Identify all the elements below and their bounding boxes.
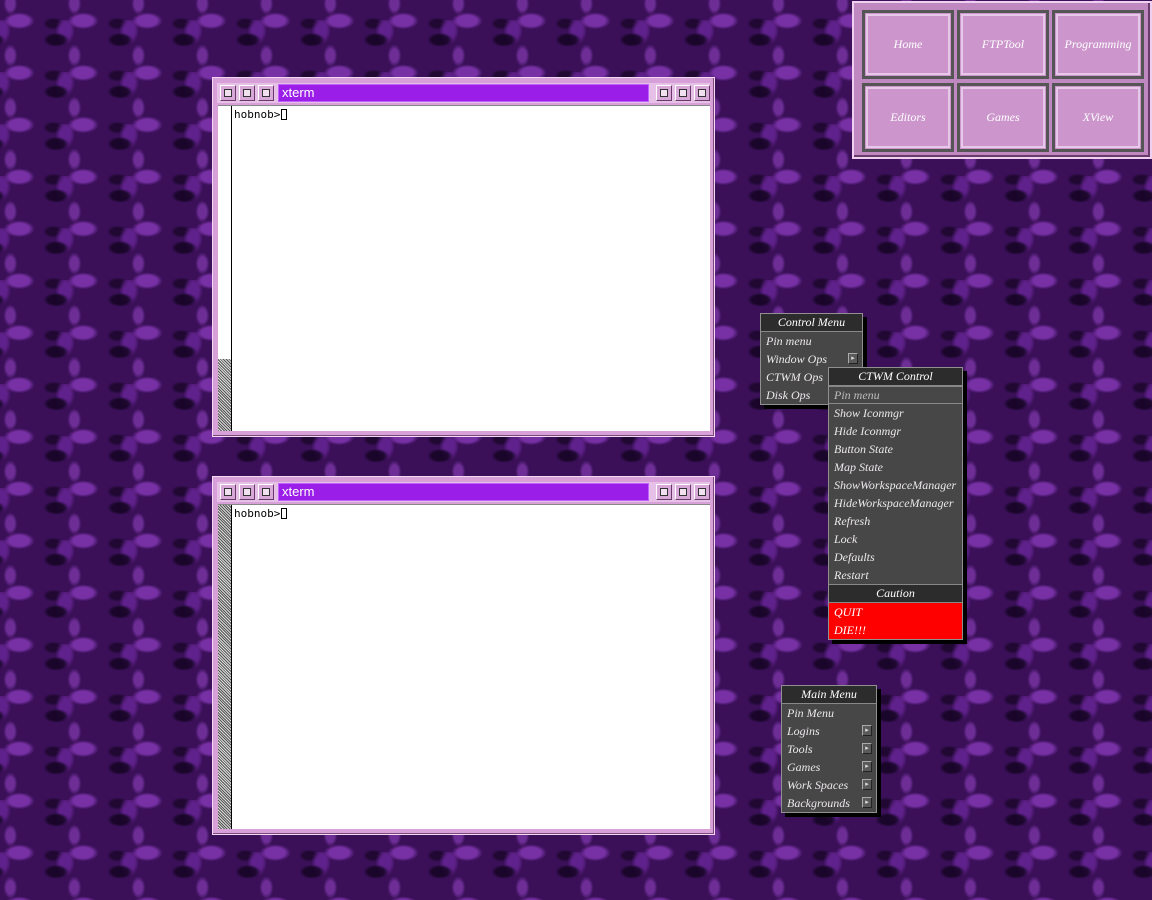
maximize-icon[interactable] [675, 85, 691, 101]
menu-icon[interactable] [258, 85, 274, 101]
menu-title: CTWM Control [829, 368, 962, 386]
window-title: xterm [278, 84, 649, 102]
terminal-area[interactable]: hobnob> [218, 504, 710, 829]
menu-item-show-iconmgr[interactable]: Show Iconmgr [829, 404, 962, 422]
scrollbar[interactable] [218, 106, 232, 431]
resize-icon[interactable] [694, 85, 710, 101]
menu-item-restart[interactable]: Restart [829, 566, 962, 584]
submenu-arrow-icon: ▸ [862, 725, 872, 736]
menu-title: Control Menu [761, 314, 862, 332]
menu-section-caution: Caution [829, 584, 962, 603]
menu-title: Main Menu [782, 686, 876, 704]
menu-item-backgrounds[interactable]: Backgrounds ▸ [782, 794, 876, 812]
xterm-window-top[interactable]: xterm hobnob> [212, 77, 715, 437]
text-cursor [281, 109, 288, 120]
close-icon[interactable] [220, 85, 236, 101]
shell-prompt: hobnob> [234, 507, 288, 520]
menu-item-pin-menu[interactable]: Pin Menu [782, 704, 876, 722]
main-menu: Main Menu Pin Menu Logins ▸ Tools ▸ Games ▸… [781, 685, 877, 813]
menu-item-hide-iconmgr[interactable]: Hide Iconmgr [829, 422, 962, 440]
menu-item-hide-workspace-manager[interactable]: HideWorkspaceManager [829, 494, 962, 512]
menu-item-lock[interactable]: Lock [829, 530, 962, 548]
title-bar[interactable]: xterm [217, 83, 710, 103]
resize-icon[interactable] [694, 484, 710, 500]
ctwm-control-menu: CTWM Control Pin menu Show Iconmgr Hide … [828, 367, 963, 640]
shell-prompt: hobnob> [234, 108, 288, 121]
menu-icon[interactable] [258, 484, 274, 500]
menu-item-quit[interactable]: QUIT [829, 603, 962, 621]
programming-button[interactable]: Programming [1052, 10, 1144, 79]
maximize-icon[interactable] [675, 484, 691, 500]
editors-button[interactable]: Editors [862, 83, 954, 152]
iconify-icon[interactable] [656, 85, 672, 101]
ftptool-button[interactable]: FTPTool [957, 10, 1049, 79]
menu-item-tools[interactable]: Tools ▸ [782, 740, 876, 758]
menu-item-map-state[interactable]: Map State [829, 458, 962, 476]
scrollbar-thumb[interactable] [218, 505, 231, 829]
submenu-arrow-icon: ▸ [862, 779, 872, 790]
terminal-area[interactable]: hobnob> [218, 105, 710, 431]
iconify-icon[interactable] [656, 484, 672, 500]
menu-item-window-ops[interactable]: Window Ops ▸ [761, 350, 862, 368]
menu-item-logins[interactable]: Logins ▸ [782, 722, 876, 740]
xview-button[interactable]: XView [1052, 83, 1144, 152]
submenu-arrow-icon: ▸ [848, 353, 858, 364]
menu-item-show-workspace-manager[interactable]: ShowWorkspaceManager [829, 476, 962, 494]
xterm-window-bottom[interactable]: xterm hobnob> [212, 476, 715, 835]
menu-item-defaults[interactable]: Defaults [829, 548, 962, 566]
scrollbar[interactable] [218, 505, 232, 829]
menu-item-button-state[interactable]: Button State [829, 440, 962, 458]
menu-item-pin-menu[interactable]: Pin menu [761, 332, 862, 350]
submenu-arrow-icon: ▸ [862, 797, 872, 808]
menu-item-die[interactable]: DIE!!! [829, 621, 962, 639]
submenu-arrow-icon: ▸ [862, 743, 872, 754]
games-button[interactable]: Games [957, 83, 1049, 152]
scrollbar-thumb[interactable] [218, 359, 231, 431]
menu-item-pin-menu[interactable]: Pin menu [829, 386, 962, 404]
text-cursor [281, 508, 288, 519]
menu-item-refresh[interactable]: Refresh [829, 512, 962, 530]
window-title: xterm [278, 483, 649, 501]
menu-item-games[interactable]: Games ▸ [782, 758, 876, 776]
zoom-icon[interactable] [239, 484, 255, 500]
button-box: Home FTPTool Programming Editors Games X… [852, 1, 1152, 159]
title-bar[interactable]: xterm [217, 482, 710, 502]
home-button[interactable]: Home [862, 10, 954, 79]
close-icon[interactable] [220, 484, 236, 500]
submenu-arrow-icon: ▸ [862, 761, 872, 772]
zoom-icon[interactable] [239, 85, 255, 101]
menu-item-work-spaces[interactable]: Work Spaces ▸ [782, 776, 876, 794]
